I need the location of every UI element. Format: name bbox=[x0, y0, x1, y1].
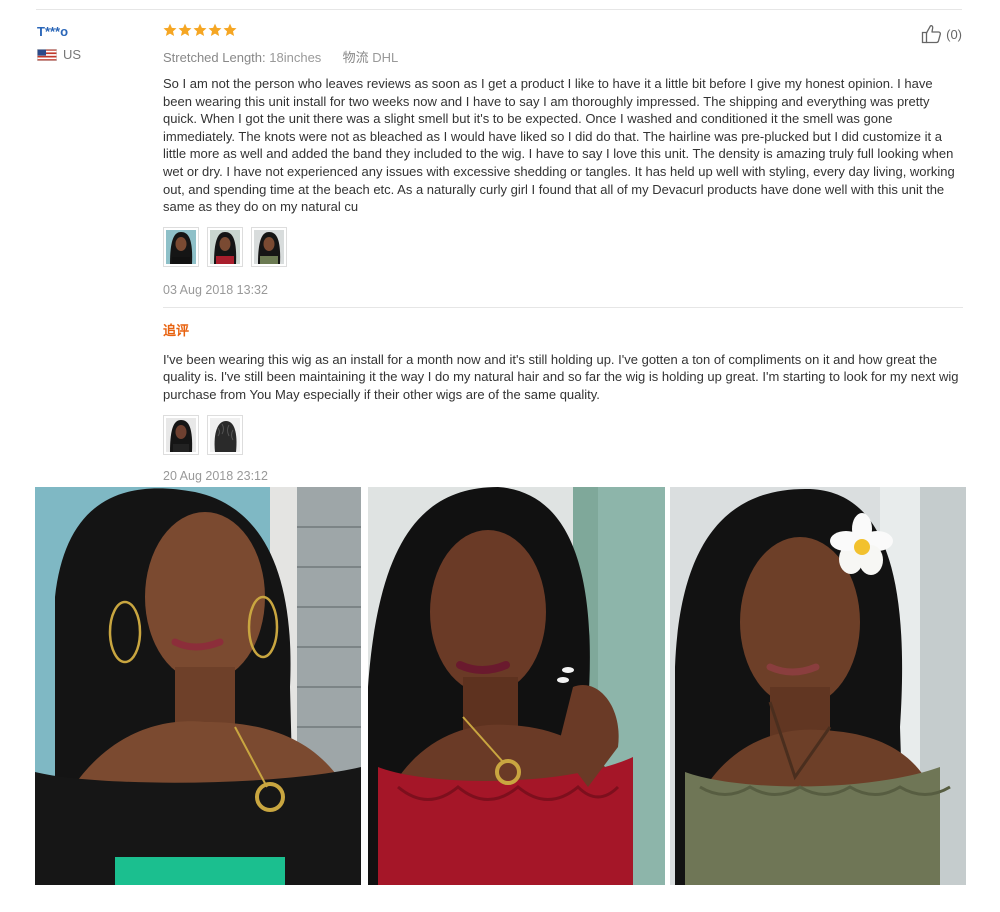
review-photo[interactable] bbox=[35, 487, 361, 885]
star-icon bbox=[223, 23, 237, 36]
reviewer-info: T***o US bbox=[37, 24, 81, 62]
followup-text: I've been wearing this wig as an install… bbox=[163, 351, 959, 402]
followup-thumbnail[interactable] bbox=[163, 414, 199, 455]
review-thumbnail[interactable] bbox=[251, 226, 287, 267]
followup-thumbnails bbox=[163, 414, 963, 455]
us-flag-icon bbox=[37, 48, 57, 61]
length-label: Stretched Length: bbox=[163, 50, 266, 65]
followup-thumbnail[interactable] bbox=[207, 414, 243, 455]
review-attributes: Stretched Length: 18inches 物流 DHL bbox=[163, 47, 963, 66]
followup-label: 追评 bbox=[163, 322, 190, 338]
review-text: So I am not the person who leaves review… bbox=[163, 76, 955, 215]
shipping-value: DHL bbox=[372, 50, 399, 65]
review-photo[interactable] bbox=[368, 487, 665, 885]
review-date: 03 Aug 2018 13:32 bbox=[163, 282, 268, 297]
star-rating bbox=[163, 23, 963, 39]
length-value: 18inches bbox=[269, 50, 322, 65]
star-icon bbox=[193, 23, 207, 36]
reviewer-name[interactable]: T***o bbox=[37, 24, 81, 39]
star-icon bbox=[178, 23, 192, 36]
reviewer-country: US bbox=[37, 47, 81, 62]
top-divider bbox=[36, 9, 962, 10]
followup-divider bbox=[163, 306, 963, 308]
review-photo[interactable] bbox=[670, 487, 966, 885]
star-icon bbox=[208, 23, 222, 36]
country-code: US bbox=[63, 47, 82, 62]
review-thumbnail[interactable] bbox=[207, 226, 243, 267]
review-thumbnail[interactable] bbox=[163, 226, 199, 267]
review-thumbnails bbox=[163, 226, 963, 267]
star-icon bbox=[163, 23, 177, 36]
followup-date: 20 Aug 2018 23:12 bbox=[163, 468, 268, 483]
review-content: Stretched Length: 18inches 物流 DHL So I a… bbox=[163, 23, 963, 483]
shipping-label: 物流 bbox=[342, 50, 369, 65]
